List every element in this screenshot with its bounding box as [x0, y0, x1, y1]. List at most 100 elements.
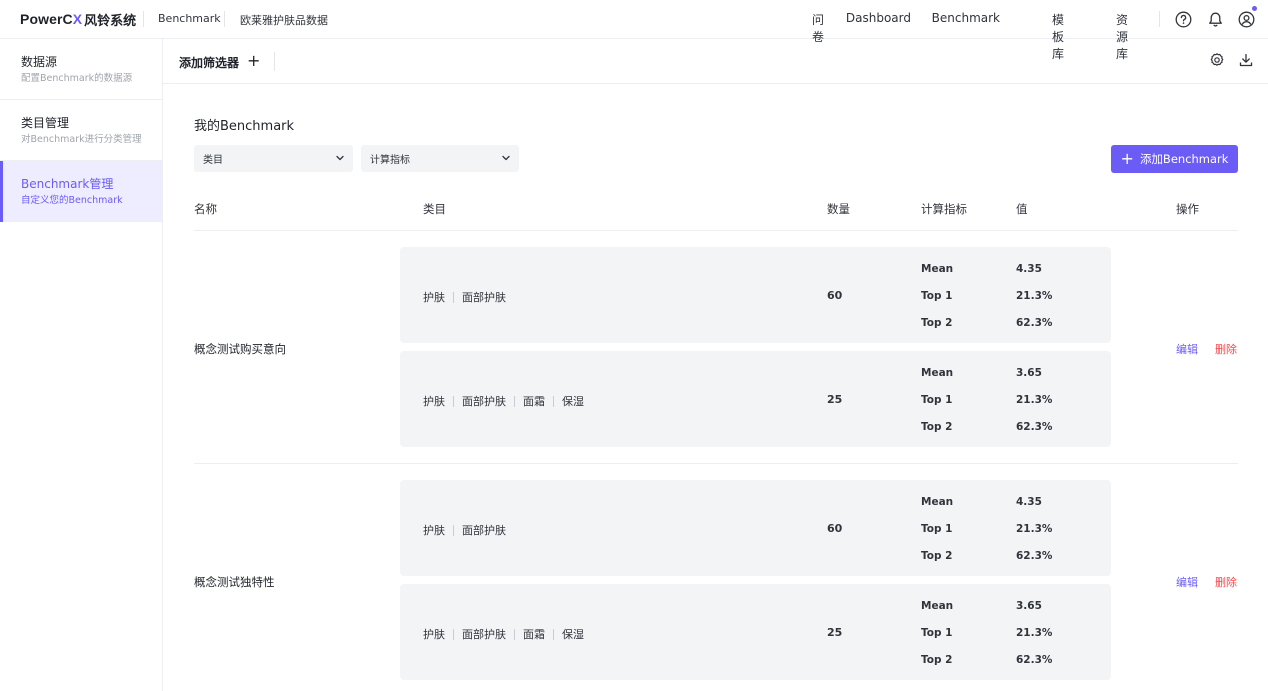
- metric-name: Top 1: [921, 290, 953, 302]
- delete-button[interactable]: 删除: [1215, 341, 1237, 357]
- category-divider: [453, 524, 454, 536]
- metric-name: Top 2: [921, 317, 953, 329]
- sidebar-item-title: 类目管理: [21, 116, 70, 130]
- metric-value: 62.3%: [1016, 317, 1053, 329]
- row-count: 60: [827, 522, 843, 535]
- sidebar-item-subtitle: 自定义您的Benchmark: [21, 195, 123, 206]
- edit-button[interactable]: 编辑: [1176, 341, 1198, 357]
- sidebar-item-category[interactable]: 类目管理 对Benchmark进行分类管理: [0, 100, 162, 161]
- metric-value: 3.65: [1016, 600, 1042, 612]
- table-row: 护肤 面部护肤 面霜 保湿 25 Mean 3.65 Top 1 21.3% Top …: [400, 351, 1111, 447]
- add-benchmark-label: 添加Benchmark: [1139, 152, 1229, 166]
- metric-name: Top 2: [921, 654, 953, 666]
- breadcrumb-dataset[interactable]: 欧莱雅护肤品数据: [240, 12, 328, 28]
- metric-name: Mean: [921, 263, 954, 275]
- metric-name: Mean: [921, 367, 954, 379]
- add-filter-button[interactable]: +: [247, 51, 260, 70]
- brand-logo[interactable]: PowerC X 风铃系统: [0, 0, 136, 38]
- filter-bar: 添加筛选器 +: [163, 39, 1268, 84]
- category-tag: 面霜: [523, 395, 545, 408]
- user-icon[interactable]: [1237, 10, 1255, 28]
- category-path: 护肤 面部护肤 面霜 保湿: [423, 626, 584, 642]
- category-tag: 护肤: [423, 291, 445, 304]
- sidebar-item-datasource[interactable]: 数据源 配置Benchmark的数据源: [0, 39, 162, 100]
- category-divider: [514, 628, 515, 640]
- help-icon[interactable]: [1174, 10, 1192, 28]
- metric-value: 3.65: [1016, 367, 1042, 379]
- delete-button[interactable]: 删除: [1215, 574, 1237, 590]
- metric-name: Top 2: [921, 421, 953, 433]
- metric-value: 21.3%: [1016, 627, 1053, 639]
- category-divider: [553, 628, 554, 640]
- column-header-name: 名称: [194, 202, 217, 216]
- breadcrumb-divider: [224, 11, 225, 27]
- category-tag: 面部护肤: [462, 524, 506, 537]
- nav-divider: [1159, 11, 1160, 27]
- metric-value: 21.3%: [1016, 290, 1053, 302]
- category-tag: 面部护肤: [462, 628, 506, 641]
- column-header-metric: 计算指标: [921, 202, 967, 216]
- sidebar-item-title: 数据源: [21, 55, 58, 69]
- edit-button[interactable]: 编辑: [1176, 574, 1198, 590]
- add-filter-label[interactable]: 添加筛选器: [179, 54, 239, 71]
- plus-icon: +: [1120, 149, 1134, 168]
- nav-item-benchmark[interactable]: Benchmark: [932, 11, 1000, 25]
- metric-name: Top 1: [921, 394, 953, 406]
- category-select[interactable]: 类目: [194, 145, 353, 172]
- chevron-down-icon: [335, 153, 345, 163]
- brand-divider: [143, 11, 144, 27]
- metric-value: 21.3%: [1016, 523, 1053, 535]
- settings-icon[interactable]: [1209, 52, 1227, 70]
- category-path: 护肤 面部护肤 面霜 保湿: [423, 393, 584, 409]
- download-icon[interactable]: [1238, 52, 1256, 70]
- category-tag: 保湿: [562, 395, 584, 408]
- benchmark-name: 概念测试独特性: [194, 575, 275, 589]
- category-tag: 面部护肤: [462, 395, 506, 408]
- column-header-value: 值: [1016, 202, 1028, 216]
- metric-name: Top 2: [921, 550, 953, 562]
- benchmark-name: 概念测试购买意向: [194, 342, 286, 356]
- row-count: 60: [827, 289, 843, 302]
- category-divider: [514, 395, 515, 407]
- metric-name: Mean: [921, 600, 954, 612]
- metric-select[interactable]: 计算指标: [361, 145, 519, 172]
- metric-value: 62.3%: [1016, 421, 1053, 433]
- category-tag: 护肤: [423, 628, 445, 641]
- sidebar-item-benchmark[interactable]: Benchmark管理 自定义您的Benchmark: [0, 161, 162, 222]
- category-divider: [553, 395, 554, 407]
- metric-value: 4.35: [1016, 263, 1042, 275]
- category-divider: [453, 395, 454, 407]
- brand-cn-name: 风铃系统: [84, 13, 137, 29]
- metric-name: Top 1: [921, 523, 953, 535]
- notification-dot: [1252, 6, 1257, 11]
- row-count: 25: [827, 626, 843, 639]
- chevron-down-icon: [501, 153, 511, 163]
- metric-name: Top 1: [921, 627, 953, 639]
- add-benchmark-button[interactable]: + 添加Benchmark: [1111, 145, 1238, 173]
- top-bar: PowerC X 风铃系统 Benchmark 欧莱雅护肤品数据 问卷 Dashbo…: [0, 0, 1268, 61]
- sidebar-item-subtitle: 对Benchmark进行分类管理: [21, 134, 142, 145]
- category-select-value: 类目: [203, 155, 223, 166]
- metric-value: 62.3%: [1016, 550, 1053, 562]
- sidebar: 数据源 配置Benchmark的数据源 类目管理 对Benchmark进行分类管…: [0, 39, 163, 691]
- sidebar-item-title: Benchmark管理: [21, 177, 114, 191]
- category-tag: 护肤: [423, 524, 445, 537]
- category-path: 护肤 面部护肤: [423, 289, 506, 305]
- category-tag: 保湿: [562, 628, 584, 641]
- column-header-category: 类目: [423, 202, 446, 216]
- metric-value: 4.35: [1016, 496, 1042, 508]
- metric-value: 21.3%: [1016, 394, 1053, 406]
- category-tag: 面霜: [523, 628, 545, 641]
- table-row: 护肤 面部护肤 60 Mean 4.35 Top 1 21.3% Top 2 62…: [400, 247, 1111, 343]
- table-header-divider: [194, 230, 1238, 231]
- bell-icon[interactable]: [1206, 10, 1224, 28]
- row-count: 25: [827, 393, 843, 406]
- category-path: 护肤 面部护肤: [423, 522, 506, 538]
- nav-item-dashboard[interactable]: Dashboard: [846, 11, 911, 25]
- filter-divider: [274, 52, 275, 71]
- sidebar-item-subtitle: 配置Benchmark的数据源: [21, 73, 133, 84]
- category-divider: [453, 628, 454, 640]
- table-row: 护肤 面部护肤 面霜 保湿 25 Mean 3.65 Top 1 21.3% Top …: [400, 584, 1111, 680]
- breadcrumb-benchmark[interactable]: Benchmark: [158, 12, 221, 25]
- metric-value: 62.3%: [1016, 654, 1053, 666]
